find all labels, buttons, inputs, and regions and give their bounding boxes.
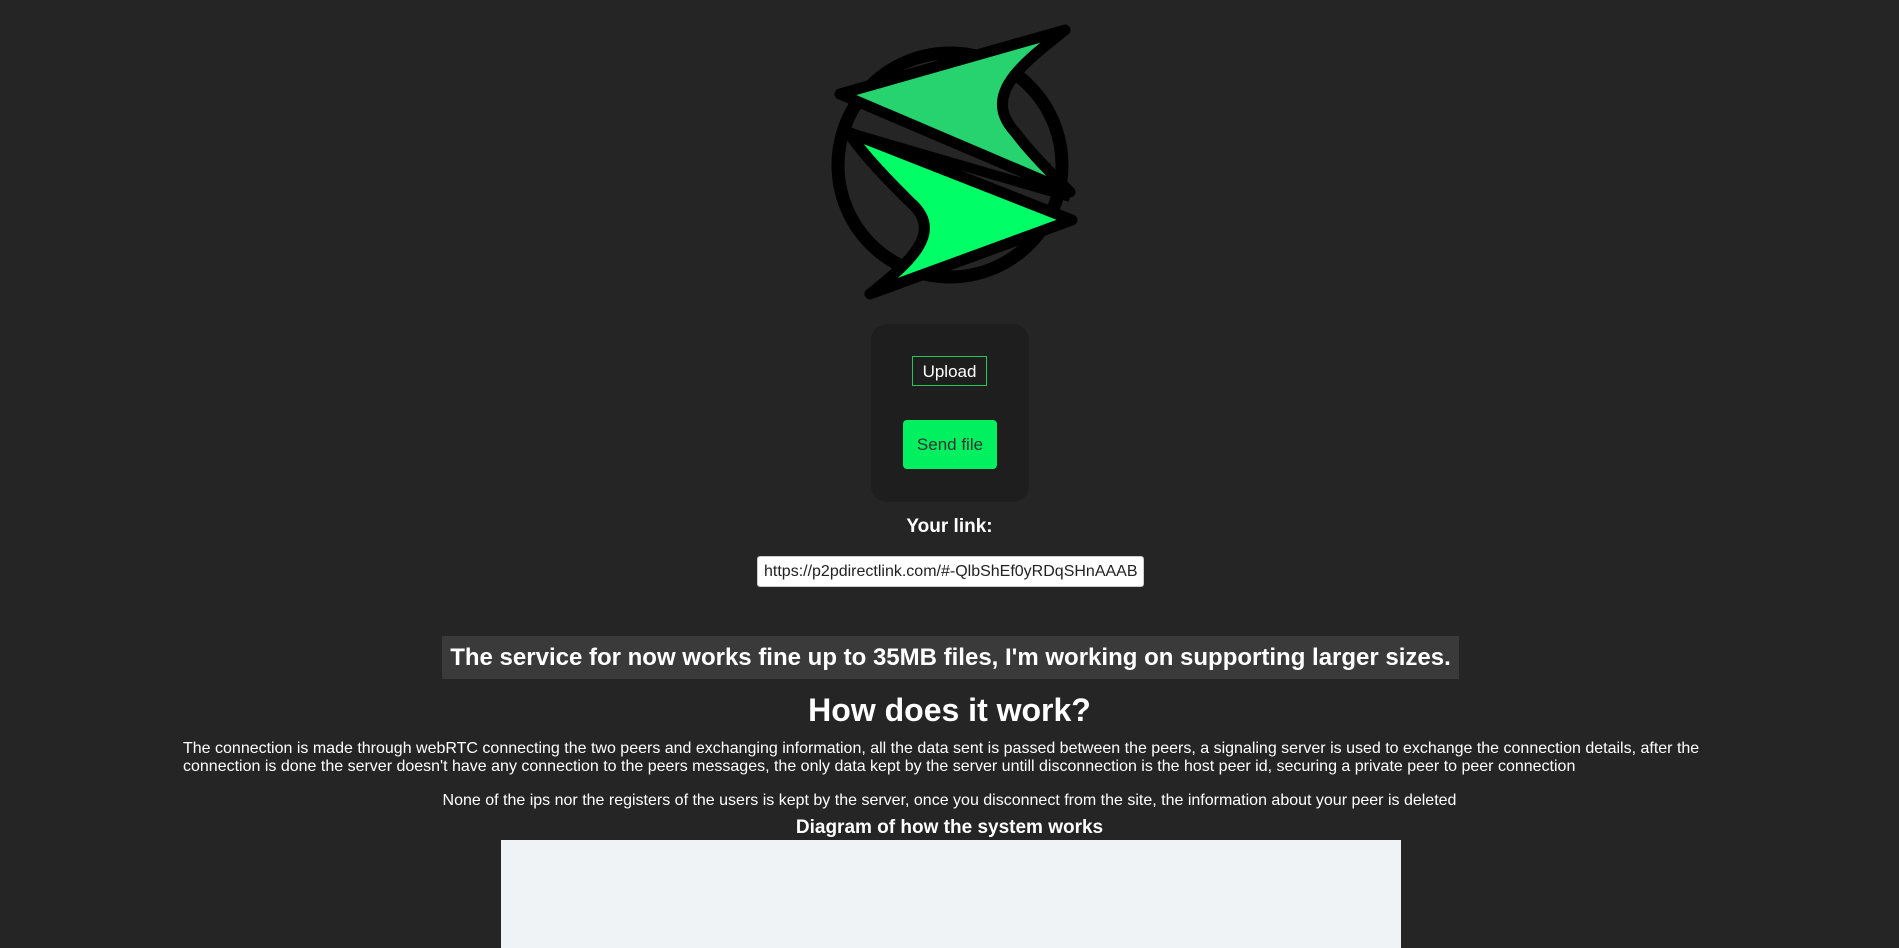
upload-panel: Upload Send file xyxy=(871,324,1029,502)
share-link-field[interactable]: https://p2pdirectlink.com/#-QlbShEf0yRDq… xyxy=(757,556,1144,587)
how-it-works-title: How does it work? xyxy=(808,692,1091,728)
p2p-logo-icon xyxy=(831,24,1078,300)
privacy-notice: None of the ips nor the registers of the… xyxy=(442,792,1457,809)
diagram-title: Diagram of how the system works xyxy=(795,817,1104,838)
page: Upload Send file Your link: https://p2pd… xyxy=(0,0,1899,948)
file-size-notice: The service for now works fine up to 35M… xyxy=(442,636,1459,679)
your-link-label: Your link: xyxy=(906,516,993,537)
send-file-button[interactable]: Send file xyxy=(903,420,997,469)
how-it-works-description: The connection is made through webRTC co… xyxy=(183,740,1700,775)
upload-button[interactable]: Upload xyxy=(912,356,987,386)
system-diagram-image xyxy=(501,840,1401,948)
